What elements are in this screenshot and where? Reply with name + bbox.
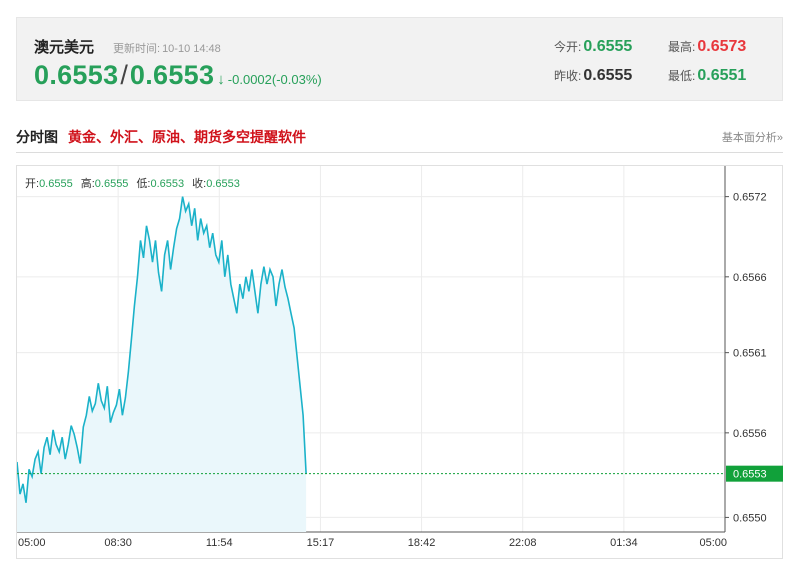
stat-prev-close: 昨收: 0.6555 [554, 67, 632, 85]
stat-high: 最高: 0.6573 [668, 38, 746, 56]
ohlc-close-label: 收: [192, 178, 207, 190]
stat-prev-close-label: 昨收: [554, 69, 582, 83]
promo-link[interactable]: 黄金、外汇、原油、期货多空提醒软件 [68, 127, 306, 147]
stat-open-label: 今开: [554, 40, 582, 54]
intraday-chart[interactable]: 0.6550 0.6556 0.6561 0.6566 0.6572 05:00 08:30… [16, 165, 783, 559]
bid-price: 0.6553 [34, 60, 119, 90]
ohlc-low-label: 低: [136, 178, 151, 190]
price-row: 0.6553/0.6553 ↓ -0.0002(-0.03%) [34, 60, 322, 91]
down-arrow-icon: ↓ [217, 71, 225, 88]
basic-analysis-link[interactable]: 基本面分析» [722, 129, 783, 145]
stat-low-label: 最低: [668, 69, 696, 83]
stat-open: 今开: 0.6555 [554, 38, 632, 56]
quote-panel: 澳元美元 更新时间: 10-10 14:48 0.6553/0.6553 ↓ -0.0… [16, 17, 783, 101]
section-bar: 分时图 黄金、外汇、原油、期货多空提醒软件 基本面分析» [16, 124, 783, 153]
stat-low-value: 0.6551 [697, 67, 747, 84]
y-tick-label: 0.6550 [733, 512, 767, 524]
price-area [17, 196, 307, 532]
stat-high-label: 最高: [668, 40, 696, 54]
y-tick-label: 0.6566 [733, 272, 767, 284]
ohlc-high-value: 0.6555 [94, 178, 129, 190]
ohlc-close-value: 0.6553 [206, 178, 240, 190]
x-tick-label: 18:42 [408, 537, 436, 549]
section-title: 分时图 [16, 129, 58, 145]
x-tick-label: 08:30 [104, 537, 132, 549]
x-tick-label: 01:34 [610, 537, 638, 549]
price-separator: / [120, 60, 128, 90]
last-price-label: 0.6553 [733, 469, 767, 481]
stat-open-value: 0.6555 [583, 38, 633, 55]
x-tick-label: 05:00 [699, 537, 727, 549]
x-tick-label: 22:08 [509, 537, 537, 549]
update-value: 10-10 14:48 [162, 43, 221, 55]
y-tick-label: 0.6572 [733, 192, 767, 204]
stat-prev-close-value: 0.6555 [583, 67, 633, 84]
ohlc-high-label: 高: [80, 178, 95, 190]
y-tick-label: 0.6561 [733, 348, 767, 360]
stat-low: 最低: 0.6551 [668, 67, 746, 85]
ohlc-low-value: 0.6553 [150, 178, 185, 190]
ohlc-summary: 开:0.6555 高:0.6555 低:0.6553 收:0.6553 [25, 175, 248, 191]
x-tick-label: 15:17 [307, 537, 335, 549]
chart-svg: 0.6550 0.6556 0.6561 0.6566 0.6572 05:00 08:30… [17, 166, 783, 549]
x-tick-label: 11:54 [206, 537, 233, 549]
pair-name: 澳元美元 [34, 39, 95, 56]
price-change: -0.0002(-0.03%) [227, 72, 322, 87]
ohlc-open-value: 0.6555 [39, 178, 73, 190]
x-tick-label: 05:00 [18, 537, 46, 549]
update-label: 更新时间: [113, 43, 161, 55]
ask-price: 0.6553 [129, 60, 215, 90]
stat-high-value: 0.6573 [697, 38, 747, 55]
y-tick-label: 0.6556 [733, 428, 767, 440]
update-time: 更新时间: 10-10 14:48 [111, 40, 221, 56]
ohlc-open-label: 开: [25, 178, 40, 190]
